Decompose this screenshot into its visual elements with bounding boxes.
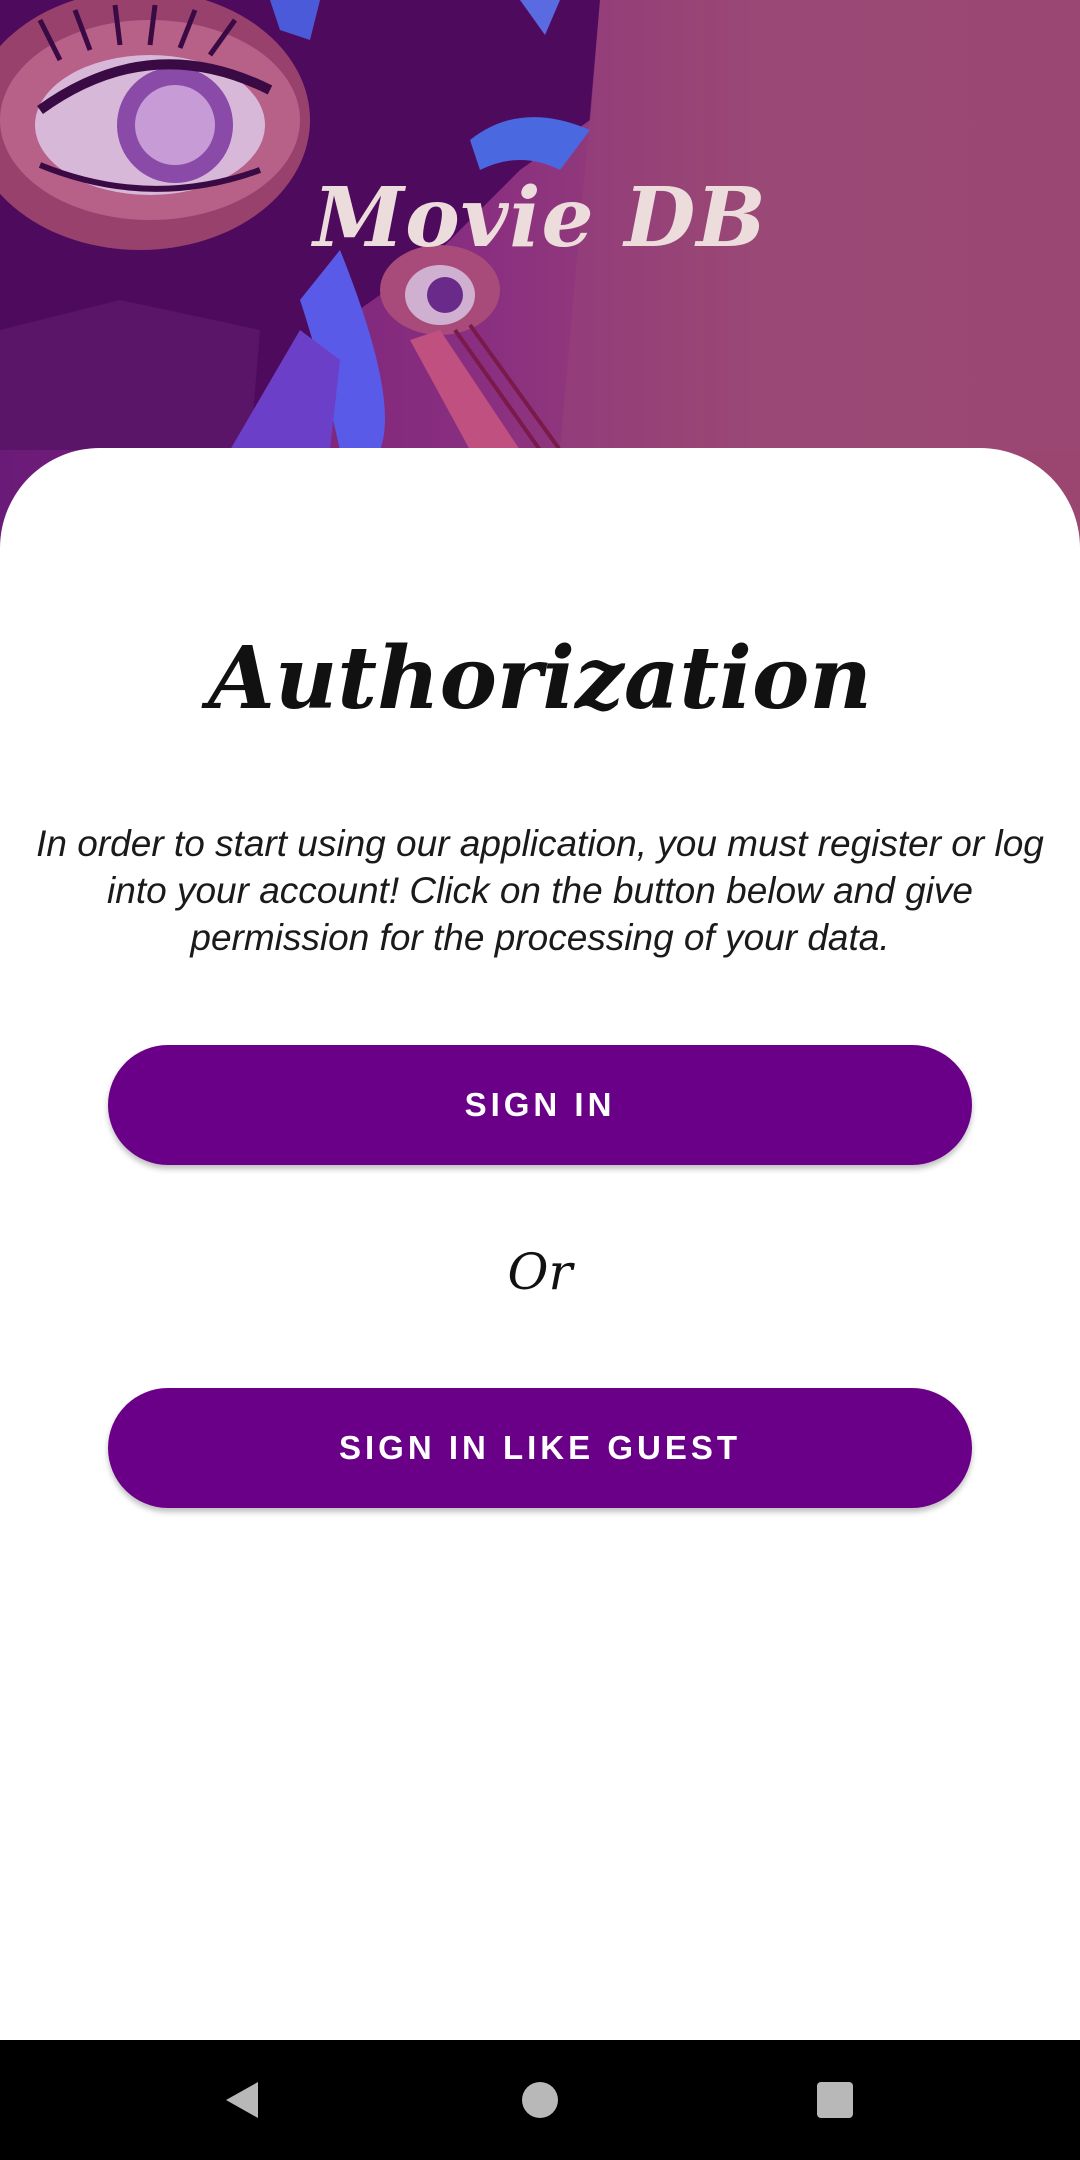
or-separator: Or bbox=[507, 1243, 573, 1301]
back-icon[interactable] bbox=[212, 2070, 272, 2130]
authorization-title: Authorization bbox=[208, 628, 872, 729]
authorization-card: Authorization In order to start using ou… bbox=[0, 448, 1080, 2040]
home-icon[interactable] bbox=[510, 2070, 570, 2130]
sign-in-guest-button[interactable]: SIGN IN LIKE GUEST bbox=[108, 1388, 972, 1508]
sign-in-button-label: SIGN IN bbox=[464, 1086, 616, 1123]
screen: Movie DB Authorization In order to start… bbox=[0, 0, 1080, 2160]
sign-in-button[interactable]: SIGN IN bbox=[108, 1045, 972, 1165]
authorization-description: In order to start using our application,… bbox=[36, 823, 1044, 958]
app-title: Movie DB bbox=[313, 170, 767, 266]
sign-in-guest-button-label: SIGN IN LIKE GUEST bbox=[338, 1429, 742, 1466]
recents-icon[interactable] bbox=[805, 2070, 865, 2130]
system-navigation-bar bbox=[0, 2040, 1080, 2160]
